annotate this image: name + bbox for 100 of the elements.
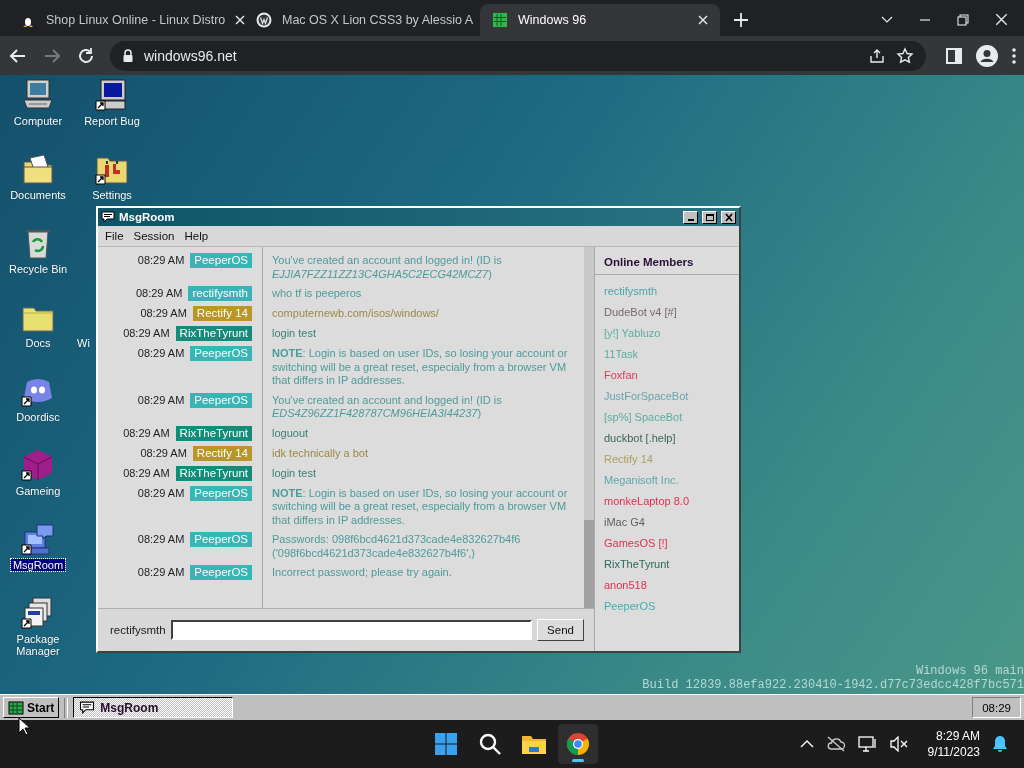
members-heading: Online Members	[595, 247, 739, 275]
start-button[interactable]: Start	[3, 697, 60, 718]
message-time: 08:29 AM	[137, 392, 185, 408]
minimize-icon	[687, 218, 694, 221]
folder-icon	[521, 733, 547, 755]
new-tab-icon[interactable]	[734, 13, 748, 27]
star-icon[interactable]	[896, 46, 914, 65]
menu-item[interactable]: Help	[179, 230, 214, 242]
username-badge[interactable]: Rectify 14	[192, 445, 252, 461]
message-text: Passwords: 098f6bcd4621d373cade4e832627b4f6 ('098f6bcd4621d373cade4e832627b4f6',)	[271, 532, 522, 560]
username-badge[interactable]: RixTheTyrunt	[175, 465, 252, 481]
message-text: You've created an account and logged in! (ID is EJJIA7FZZ11ZZ13C4GHA5C2ECG42MCZ7)	[271, 253, 503, 281]
folder-papers-icon[interactable]	[21, 152, 55, 186]
close-icon[interactable]	[698, 15, 708, 25]
maximize-icon	[704, 212, 715, 222]
send-button[interactable]: Send	[537, 619, 584, 641]
message-time: 08:29 AM	[137, 253, 185, 268]
chevron-up-icon[interactable]	[799, 740, 814, 748]
clock-button[interactable]: 8:29 AM 9/11/2023	[927, 728, 980, 760]
stacked-windows-icon[interactable]	[21, 596, 55, 630]
message-text: login test	[271, 326, 318, 341]
username-badge[interactable]: PeeperOS	[190, 392, 252, 408]
search-icon	[478, 732, 502, 756]
menu-item[interactable]: Session	[128, 230, 180, 242]
browser-icon	[566, 732, 590, 756]
close-icon[interactable]	[995, 13, 1008, 26]
member-name[interactable]: iMac G4	[604, 512, 739, 533]
member-name[interactable]: anon518	[604, 575, 739, 596]
desktop-icon-label[interactable]: Recycle Bin	[6, 263, 70, 275]
desktop-icon-label[interactable]: Docs	[23, 337, 53, 349]
username-label: rectifysmth	[110, 624, 166, 636]
scrollbar[interactable]	[584, 247, 594, 608]
message-time: 08:29 AM	[140, 445, 187, 461]
build-info-text: Build 12839.88efa922.230410-1942.d77c73edcc428f7bc571	[642, 678, 1024, 692]
more-menu-icon[interactable]	[1012, 47, 1016, 64]
reload-icon[interactable]	[76, 45, 96, 66]
desktop-icon-label[interactable]: Wi	[75, 337, 92, 349]
window-title: MsgRoom	[119, 211, 176, 223]
member-name[interactable]: GamesOS [!]	[604, 533, 739, 554]
username-badge[interactable]: PeeperOS	[190, 565, 252, 580]
desktop-icon-label[interactable]: Doordisc	[14, 411, 62, 423]
volume-muted-icon[interactable]	[889, 736, 908, 752]
cloud-off-icon[interactable]	[825, 736, 846, 752]
taskbar-clock: 08:29	[972, 697, 1021, 718]
message-time: 08:29 AM	[123, 425, 170, 441]
monitor-icon[interactable]	[95, 78, 129, 112]
message-time: 08:29 AM	[123, 465, 170, 481]
message-time: 08:29 AM	[137, 485, 185, 501]
username-badge[interactable]: PeeperOS	[190, 346, 252, 361]
message-time: 08:29 AM	[123, 326, 170, 341]
username-badge[interactable]: RixTheTyrunt	[175, 326, 252, 341]
username-badge[interactable]: PeeperOS	[190, 253, 252, 268]
desktop-icon-label[interactable]: Package Manager	[1, 633, 75, 657]
close-button[interactable]	[721, 210, 736, 224]
address-bar[interactable]: windows96.net	[110, 40, 926, 71]
message-input-field[interactable]	[170, 620, 532, 640]
username-badge[interactable]: PeeperOS	[190, 485, 252, 501]
side-panel-icon[interactable]	[946, 47, 962, 64]
username-badge[interactable]: Rectify 14	[192, 306, 252, 321]
desktop-icon-label[interactable]: Gameing	[13, 485, 63, 497]
restore-icon[interactable]	[957, 13, 969, 26]
desktop-icon-label[interactable]: Settings	[90, 189, 134, 201]
taskbar-button[interactable]: MsgRoom	[73, 697, 234, 718]
w-circle-icon	[256, 12, 272, 28]
message-time: 08:29 AM	[140, 306, 187, 321]
member-name[interactable]: monkeLaptop 8.0	[604, 491, 739, 512]
member-name[interactable]: RixTheTyrunt	[604, 554, 739, 575]
message-time: 08:29 AM	[137, 346, 185, 361]
menu-item[interactable]: File	[100, 230, 129, 242]
speech-bubble-icon	[101, 211, 115, 223]
desktop-icon-label[interactable]: MsgRoom	[10, 559, 66, 571]
computer-chat-icon[interactable]	[21, 522, 55, 556]
message-text: computernewb.com/isos/windows/	[271, 306, 440, 321]
username-badge[interactable]: RixTheTyrunt	[175, 425, 252, 441]
desktop-icon-label[interactable]: Report Bug	[82, 115, 142, 127]
network-monitor-icon[interactable]	[857, 735, 878, 753]
maximize-button[interactable]	[702, 210, 717, 224]
computer-icon[interactable]	[21, 78, 55, 112]
grid-icon	[492, 12, 508, 28]
browser-tab[interactable]: Windows 96	[480, 4, 720, 36]
cube-icon[interactable]	[21, 448, 55, 482]
member-name[interactable]: duckbot [.help]	[604, 428, 739, 449]
close-icon[interactable]	[235, 15, 246, 25]
taskbar-app-button[interactable]	[558, 724, 598, 764]
member-name[interactable]: Foxfan	[604, 365, 739, 386]
username-badge[interactable]: PeeperOS	[190, 532, 252, 547]
member-name[interactable]: DudeBot v4 [#]	[604, 302, 739, 323]
message-text: You've created an account and logged in! (ID is EDS4Z96ZZ1F428787CM96HEIA3I44237)	[271, 392, 503, 421]
chevron-down-icon[interactable]	[881, 15, 893, 24]
message-text: idk technically a bot	[271, 445, 369, 461]
minimize-button[interactable]	[683, 210, 698, 224]
four-squares-icon	[434, 732, 458, 756]
profile-icon[interactable]	[976, 44, 998, 67]
desktop-icon-label[interactable]: Computer	[11, 115, 65, 127]
desktop-icon-label[interactable]: Documents	[8, 189, 68, 201]
username-badge[interactable]: rectifysmth	[188, 286, 252, 301]
message-text: Incorrect password; please try again.	[271, 565, 453, 580]
lock-icon[interactable]	[122, 48, 134, 63]
notification-bell-icon[interactable]	[992, 735, 1008, 753]
browser-tab[interactable]: Shop Linux Online - Linux Distro	[8, 4, 244, 36]
